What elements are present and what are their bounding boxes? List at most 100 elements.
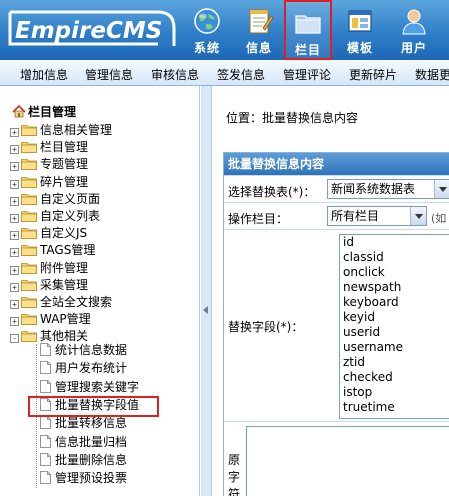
field-option[interactable]: id: [340, 235, 449, 250]
expand-icon[interactable]: +: [10, 317, 19, 327]
table-select[interactable]: 新闻系统数据表: [327, 179, 449, 199]
tree-leaf-label: 批量删除信息: [55, 452, 128, 467]
original-textarea[interactable]: [246, 426, 449, 496]
field-listbox[interactable]: id classid onclick newspath keyboard keyid use…: [339, 234, 449, 419]
expand-icon[interactable]: +: [10, 196, 19, 206]
submenu-item[interactable]: 管理信息: [85, 66, 133, 83]
field-option[interactable]: newspath: [340, 280, 449, 295]
submenu-item[interactable]: 更新碎片: [349, 66, 397, 83]
nav-system[interactable]: 系统: [183, 0, 231, 60]
original-label: 原字符: [228, 453, 241, 496]
tree-leaf-label: 批量转移信息: [55, 416, 128, 431]
tree-node[interactable]: + TAGS管理: [10, 242, 95, 259]
field-option[interactable]: username: [340, 340, 449, 355]
folder-icon: [21, 331, 37, 343]
field-option[interactable]: keyboard: [340, 295, 449, 310]
column-select[interactable]: 所有栏目: [327, 206, 427, 226]
home-icon: [12, 105, 26, 118]
tree-leaf[interactable]: 信息批量归档: [40, 434, 127, 451]
document-icon: [40, 343, 51, 356]
chevron-down-icon[interactable]: [410, 207, 426, 225]
tree-node[interactable]: + 自定义JS: [10, 225, 87, 242]
field-option[interactable]: classid: [340, 250, 449, 265]
nav-user[interactable]: 用户: [390, 0, 438, 60]
nav-label: 栏目: [294, 43, 321, 57]
tree-node[interactable]: + 全站全文搜索: [10, 294, 112, 311]
table-label: 选择替换表(*)：: [228, 185, 316, 199]
column-select-value: 所有栏目: [331, 209, 380, 223]
field-option[interactable]: truetime: [340, 400, 449, 415]
tree-leaf[interactable]: 统计信息数据: [40, 342, 127, 359]
submenu-item[interactable]: 签发信息: [217, 66, 265, 83]
tree-node[interactable]: + 专题管理: [10, 156, 88, 173]
tree-node[interactable]: + 采集管理: [10, 277, 88, 294]
expand-icon[interactable]: +: [10, 265, 19, 275]
expand-icon[interactable]: +: [10, 248, 19, 258]
collapse-icon[interactable]: -: [10, 334, 19, 344]
expand-icon[interactable]: +: [10, 300, 19, 309]
tree-node-label: 采集管理: [40, 277, 89, 292]
tree-node[interactable]: + 附件管理: [10, 260, 88, 277]
document-icon: [40, 452, 51, 466]
panel-splitter[interactable]: [201, 86, 212, 496]
tree-leaf[interactable]: 批量转移信息: [40, 415, 127, 432]
nav-info[interactable]: 信息: [235, 0, 283, 60]
nav-column-active[interactable]: 栏目: [284, 0, 332, 60]
expand-icon[interactable]: +: [10, 145, 19, 155]
column-label: 操作栏目：: [228, 212, 289, 226]
location-breadcrumb: 位置：批量替换信息内容: [226, 111, 359, 125]
window-template-icon: [348, 10, 372, 32]
field-option[interactable]: ztid: [340, 355, 449, 370]
expand-icon[interactable]: +: [10, 128, 19, 137]
nav-label: 模板: [346, 41, 373, 55]
main-content: 位置：批量替换信息内容 批量替换信息内容 选择替换表(*)： 新闻系统数据表 操…: [213, 86, 449, 496]
tree-node-label: 自定义列表: [40, 209, 101, 223]
tree-leaf[interactable]: 用户发布统计: [40, 360, 127, 377]
replace-form: 批量替换信息内容 选择替换表(*)： 新闻系统数据表 操作栏目： 所有栏目 (如…: [223, 152, 449, 496]
folder-icon: [21, 142, 37, 154]
nav-label: 信息: [245, 41, 272, 55]
folder-icon: [21, 297, 37, 308]
tree-node[interactable]: + 栏目管理: [10, 139, 88, 156]
tree-leaf[interactable]: 管理预设投票: [40, 470, 127, 487]
expand-icon[interactable]: +: [10, 162, 19, 172]
folder-icon: [21, 125, 37, 136]
field-option[interactable]: checked: [340, 370, 449, 385]
expand-icon[interactable]: +: [10, 214, 19, 223]
globe-icon: [194, 8, 220, 34]
submenu-item[interactable]: 数据更: [415, 66, 449, 83]
submenu-item[interactable]: 增加信息: [20, 66, 68, 83]
chevron-down-icon[interactable]: [434, 180, 449, 198]
tree-root-label: 栏目管理: [28, 105, 77, 119]
document-icon: [40, 471, 51, 484]
nav-label: 用户: [400, 41, 427, 55]
expand-icon[interactable]: +: [10, 231, 19, 241]
tree-node[interactable]: + 碎片管理: [10, 174, 88, 191]
field-option[interactable]: userid: [340, 325, 449, 340]
tree-node[interactable]: + 自定义列表: [10, 208, 100, 225]
tree-leaf-label: 信息批量归档: [55, 434, 128, 449]
collapse-arrow-icon[interactable]: [203, 306, 208, 314]
column-hint: (如: [431, 212, 447, 225]
tree-root[interactable]: 栏目管理: [12, 104, 76, 120]
document-icon: [40, 434, 51, 448]
tree-node[interactable]: + 信息相关管理: [10, 122, 112, 139]
tree-node-label: 全站全文搜索: [40, 295, 113, 309]
row-fields: 替换字段(*)： id classid onclick newspath keyboar…: [224, 229, 449, 421]
nav-template[interactable]: 模板: [336, 0, 384, 60]
tree-leaf[interactable]: 管理搜索关键字: [40, 379, 139, 396]
tree-node-label: 栏目管理: [40, 140, 89, 155]
tree-leaf-label: 管理预设投票: [55, 471, 128, 486]
sub-menu-bar: 增加信息 管理信息 审核信息 签发信息 管理评论 更新碎片 数据更: [0, 60, 449, 86]
tree-node[interactable]: + 自定义页面: [10, 191, 100, 208]
expand-icon[interactable]: +: [10, 179, 19, 189]
field-option[interactable]: keyid: [340, 310, 449, 325]
expand-icon[interactable]: +: [10, 282, 19, 292]
submenu-item[interactable]: 审核信息: [151, 66, 199, 83]
tree-leaf[interactable]: 批量删除信息: [40, 452, 127, 469]
document-icon: [40, 379, 51, 393]
tree-node[interactable]: + WAP管理: [10, 311, 91, 328]
field-option[interactable]: onclick: [340, 265, 449, 280]
field-option[interactable]: istop: [340, 385, 449, 400]
submenu-item[interactable]: 管理评论: [283, 66, 331, 83]
